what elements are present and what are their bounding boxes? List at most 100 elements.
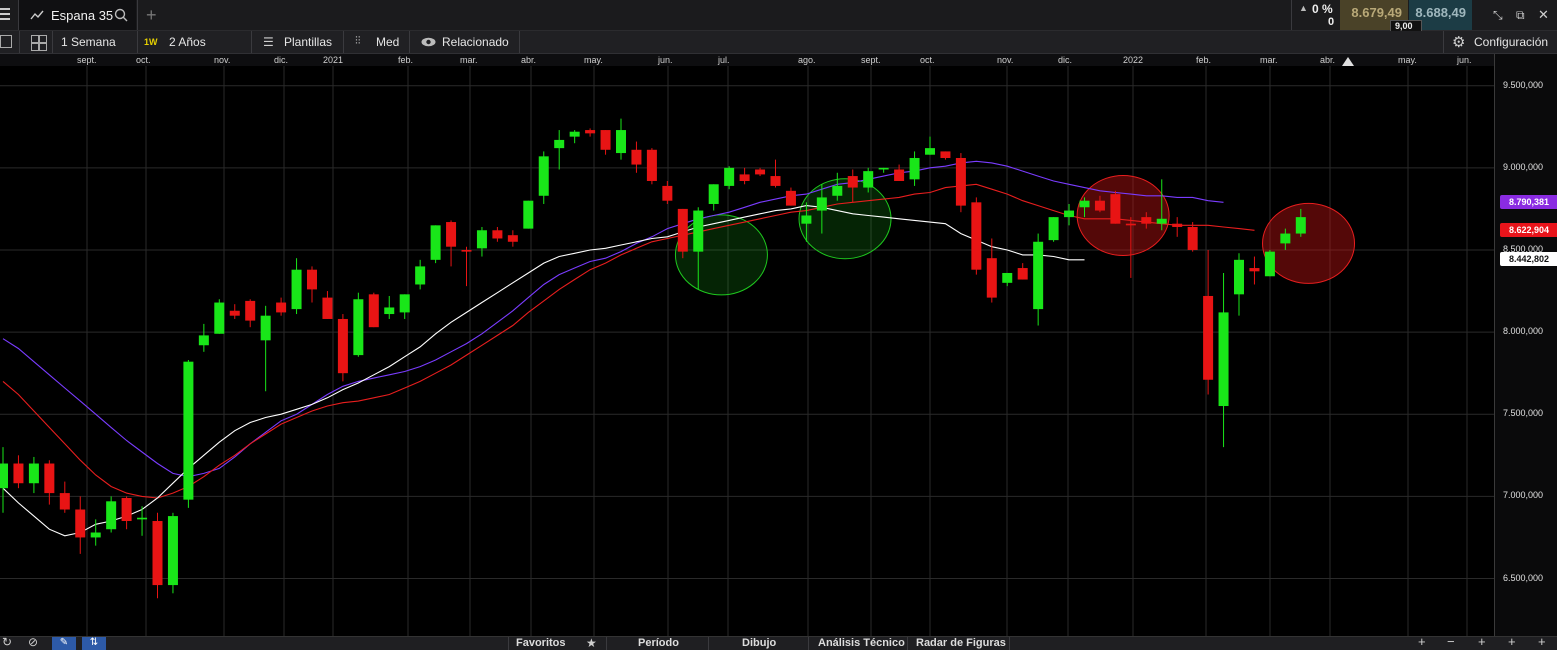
tab-period[interactable]: Período [638,637,679,650]
candle-body [121,498,132,522]
crosshair-icon[interactable]: + [1508,634,1516,649]
layout-grid-icon[interactable] [31,35,47,51]
search-icon[interactable] [114,8,128,22]
candle-body [523,200,534,229]
settings-button[interactable]: Configuración [1474,31,1548,53]
month-label: dic. [1058,55,1073,65]
candle-body [507,235,518,242]
change-absolute: 0 [1328,16,1335,28]
fullscreen-icon[interactable]: + [1538,634,1546,649]
templates-button[interactable]: Plantillas [284,31,332,53]
gear-icon[interactable]: ⚙ [1452,33,1465,51]
candle-body [1187,226,1198,250]
candle-body [415,266,426,285]
month-label: jun. [658,55,673,65]
candle-body [291,269,302,310]
candle-body [1295,217,1306,234]
price-tick-label: 7.000,000 [1503,490,1544,501]
zoom-fit-icon[interactable]: + [1418,634,1426,649]
tab-technical-analysis[interactable]: Análisis Técnico [818,637,905,650]
scroll-marker-icon[interactable] [1342,57,1354,66]
month-label: sept. [77,55,97,65]
sell-price: 8.679,49 [1351,5,1402,20]
add-tab-icon[interactable]: + [146,5,157,26]
candle-body [1249,268,1260,272]
list-icon[interactable] [0,35,12,48]
candle-body [847,176,858,188]
range-button[interactable]: 2 Años [169,31,206,53]
candle-body [616,130,626,154]
zoom-out-icon[interactable]: − [1447,634,1455,649]
instrument-name: Espana 35 [51,8,114,23]
candle-body [755,169,766,175]
candle-body [739,174,750,181]
candle-body [569,131,580,137]
month-label: dic. [274,55,289,65]
month-label: may. [584,55,603,65]
candle-body [90,532,101,538]
interval-badge[interactable]: 1W [144,36,158,48]
candle-body [322,297,333,319]
tab-drawing[interactable]: Dibujo [742,637,776,650]
candle-body [724,167,735,186]
chart-canvas[interactable] [0,66,1494,636]
price-chart[interactable] [0,66,1494,636]
candle-body [276,302,287,313]
price-axis[interactable]: 9.500,000 9.000,000 8.500,000 8.000,000 7.50… [1494,54,1557,636]
indicator-value-label: 8.622,904 [1500,222,1557,237]
candle-body [229,310,240,316]
highlight-ellipse [1076,174,1170,256]
buy-price: 8.688,49 [1415,5,1466,20]
candle-body [1002,272,1013,283]
month-label: sept. [861,55,881,65]
draw-pencil-icon[interactable]: ✎ [52,637,76,650]
divider [519,31,520,53]
price-tick-label: 9.500,000 [1503,79,1544,90]
month-label: feb. [1196,55,1212,65]
related-button[interactable]: Relacionado [442,31,509,53]
month-label: 2022 [1123,55,1144,65]
arrows-icon[interactable]: ⇅ [82,637,106,650]
divider [52,31,53,53]
candle-body [245,300,256,321]
divider [907,637,908,650]
zoom-in-icon[interactable]: + [1478,634,1486,649]
tab-pattern-radar[interactable]: Radar de Figuras [916,637,1006,650]
candle-body [955,157,966,206]
candle-body [1048,217,1059,241]
price-type-button[interactable]: Med [376,31,399,53]
hide-icon[interactable]: ⊘ [28,635,38,649]
change-box: ▲ 0 % 0 [1292,0,1339,30]
divider [137,0,138,30]
candle-body [646,149,657,181]
period-button[interactable]: 1 Semana [61,31,116,53]
instrument-tab[interactable]: Espana 35 [19,0,136,30]
menu-icon[interactable] [0,8,10,22]
month-label: 2021 [323,55,344,65]
candle-body [0,463,8,489]
tab-favorites[interactable]: Favoritos [516,637,566,650]
highlight-ellipse [798,178,892,260]
month-label: abr. [1320,55,1336,65]
candle-body [399,294,410,313]
candle-body [816,197,827,211]
candle-body [1218,312,1229,407]
candle-body [971,202,982,270]
candle-body [1234,259,1244,295]
time-axis: sept. oct. nov. dic. 2021 feb. mar. abr. may. jun… [0,54,1494,66]
month-label: jul. [718,55,730,65]
collapse-icon[interactable]: ⤡ [1493,8,1503,23]
popout-icon[interactable]: ⧉ [1516,8,1525,23]
close-icon[interactable]: ✕ [1538,7,1549,23]
candle-body [909,157,920,180]
price-tick-label: 9.000,000 [1503,161,1544,172]
indicator-value-label: 8.790,381 [1500,195,1557,210]
refresh-icon[interactable]: ↻ [2,635,12,649]
price-type-icon: ⫶⫶ [355,35,361,47]
candle-body [1280,233,1291,244]
candle-body [1203,295,1214,380]
candle-body [152,521,163,586]
candle-body [770,176,781,186]
candle-body [538,156,549,196]
star-icon[interactable]: ★ [586,636,597,650]
